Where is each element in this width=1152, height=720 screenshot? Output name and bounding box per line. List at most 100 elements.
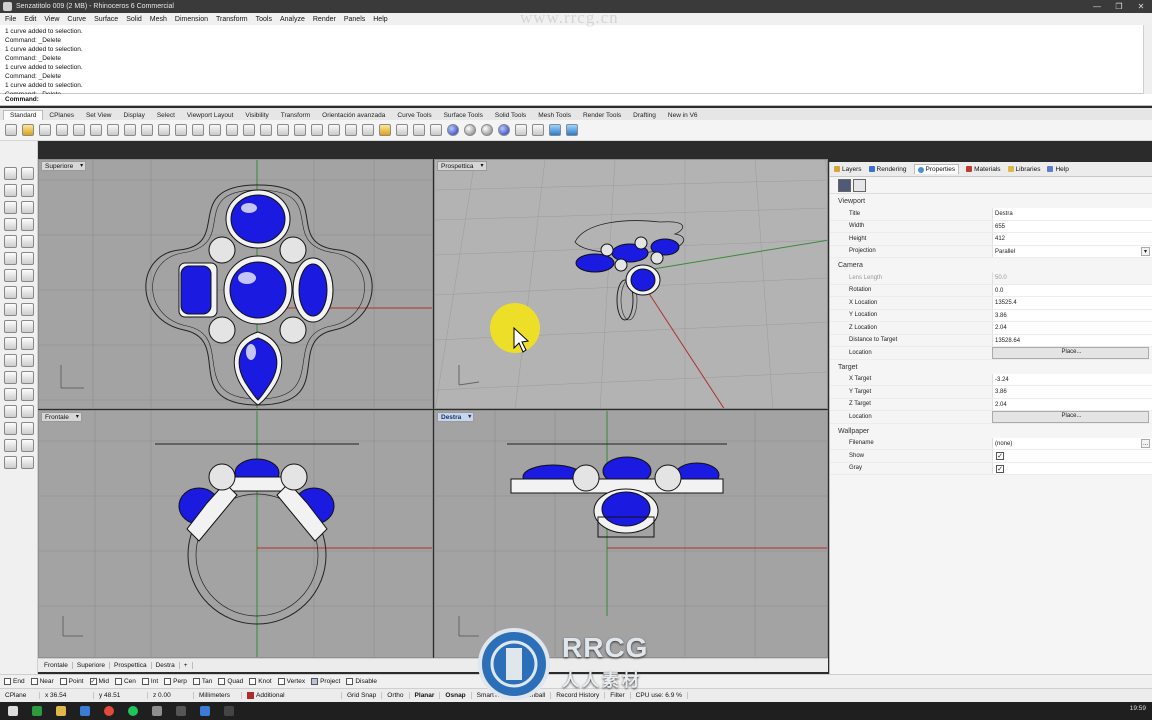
boolean-tool-icon[interactable] (4, 286, 17, 299)
title-field[interactable]: Destra (992, 208, 1152, 220)
trim-tool-icon[interactable] (21, 337, 34, 350)
menu-tools[interactable]: Tools (256, 16, 272, 23)
grid-icon[interactable] (311, 124, 323, 136)
rotate-view-icon[interactable] (192, 124, 204, 136)
explode-tool-icon[interactable] (4, 371, 17, 384)
color-icon[interactable] (413, 124, 425, 136)
command-history-scrollbar[interactable] (1143, 25, 1152, 94)
lights-icon[interactable] (362, 124, 374, 136)
rhino-taskbar-icon[interactable] (152, 706, 162, 716)
chevron-down-icon[interactable]: ▾ (1141, 246, 1150, 256)
text-tool-icon[interactable] (21, 235, 34, 248)
print-icon[interactable] (56, 124, 68, 136)
ellipse-tool-icon[interactable] (4, 218, 17, 231)
menu-solid[interactable]: Solid (126, 16, 142, 23)
osnap-point[interactable]: Point (59, 678, 84, 685)
tab-orientacion-avanzada[interactable]: Orientación avanzada (316, 111, 391, 120)
rotate-tool-icon[interactable] (21, 303, 34, 316)
move-icon[interactable] (175, 124, 187, 136)
width-field[interactable]: 655 (992, 220, 1152, 232)
extrude-tool-icon[interactable] (21, 252, 34, 265)
x-location-field[interactable]: 13525.4 (992, 297, 1152, 309)
osnap-tan[interactable]: Tan (192, 678, 212, 685)
check-tool-icon[interactable] (21, 422, 34, 435)
tab-curve-tools[interactable]: Curve Tools (391, 111, 437, 120)
zoom-extents-icon[interactable] (243, 124, 255, 136)
zoom-window-icon[interactable] (209, 124, 221, 136)
move-tool-icon[interactable] (4, 303, 17, 316)
point-checkbox[interactable] (59, 678, 67, 685)
open-file-icon[interactable] (22, 124, 34, 136)
osnap-quad[interactable]: Quad (218, 678, 243, 685)
tab-visibility[interactable]: Visibility (239, 111, 274, 120)
menu-file[interactable]: File (5, 16, 16, 23)
split-tool-icon[interactable] (4, 354, 17, 367)
layer-status[interactable]: Additional (242, 691, 342, 700)
show-checkbox[interactable]: ✓ (996, 452, 1004, 460)
planar-toggle[interactable]: Planar (410, 692, 441, 699)
folder-icon[interactable] (56, 706, 66, 716)
filter-icon[interactable] (515, 124, 527, 136)
lock-icon[interactable] (396, 124, 408, 136)
tab-surface-tools[interactable]: Surface Tools (438, 111, 489, 120)
add-viewport-tab-button[interactable]: + (180, 662, 193, 669)
cut-icon[interactable] (90, 124, 102, 136)
tab-new-in-v6[interactable]: New in V6 (662, 111, 704, 120)
object-icon[interactable] (853, 178, 866, 192)
mid-checkbox[interactable]: ✓ (89, 678, 97, 685)
grid-tool-icon[interactable] (4, 422, 17, 435)
quad-checkbox[interactable] (218, 678, 226, 685)
camera-place-button[interactable]: Place... (992, 347, 1149, 359)
tab-transform[interactable]: Transform (275, 111, 316, 120)
surface-tool-icon[interactable] (4, 252, 17, 265)
osnap-perp[interactable]: Perp (164, 678, 187, 685)
target-place-button[interactable]: Place... (992, 411, 1149, 423)
browser-icon[interactable] (80, 706, 90, 716)
tab-mesh-tools[interactable]: Mesh Tools (532, 111, 577, 120)
menu-curve[interactable]: Curve (67, 16, 86, 23)
camera-icon[interactable] (838, 178, 851, 192)
osnap-mid[interactable]: ✓ Mid (89, 678, 109, 685)
pan-icon[interactable] (158, 124, 170, 136)
browse-button[interactable]: ... (1141, 438, 1150, 448)
close-button[interactable]: ✕ (1130, 0, 1152, 13)
x-target-field[interactable]: -3.24 (992, 373, 1152, 385)
car-icon[interactable] (328, 124, 340, 136)
four-viewports-icon[interactable] (294, 124, 306, 136)
offset-tool-icon[interactable] (4, 388, 17, 401)
tab-set-view[interactable]: Set View (80, 111, 118, 120)
menu-dimension[interactable]: Dimension (175, 16, 208, 23)
lightbulb-icon[interactable] (379, 124, 391, 136)
help-icon[interactable] (566, 124, 578, 136)
panel-tab-help[interactable]: Help (1047, 166, 1069, 173)
projection-select[interactable]: Parallel ▾ (992, 245, 1152, 257)
menu-render[interactable]: Render (313, 16, 336, 23)
menu-panels[interactable]: Panels (344, 16, 365, 23)
viewport-front[interactable]: Frontale (38, 410, 433, 658)
menu-edit[interactable]: Edit (24, 16, 36, 23)
osnap-vertex[interactable]: Vertex (277, 678, 305, 685)
zoom-dynamic-icon[interactable] (226, 124, 238, 136)
menu-analyze[interactable]: Analyze (280, 16, 305, 23)
units-status[interactable]: Millimeters (194, 692, 242, 699)
shaded-sphere-icon[interactable] (464, 124, 476, 136)
save-icon[interactable] (39, 124, 51, 136)
render-icon[interactable] (498, 124, 510, 136)
layout-tool-icon[interactable] (4, 405, 17, 418)
minimize-button[interactable]: — (1086, 0, 1108, 13)
z-target-field[interactable]: 2.04 (992, 398, 1152, 410)
polyline-tool-icon[interactable] (4, 184, 17, 197)
copy-icon[interactable] (107, 124, 119, 136)
viewport-tab-frontale[interactable]: Frontale (40, 662, 73, 669)
curve-tool-icon[interactable] (21, 184, 34, 197)
join-tool-icon[interactable] (21, 354, 34, 367)
import-icon[interactable] (73, 124, 85, 136)
panel-tab-libraries[interactable]: Libraries (1007, 166, 1040, 173)
distance-to-target-field[interactable]: 13528.64 (992, 334, 1152, 346)
new-file-icon[interactable] (5, 124, 17, 136)
osnap-toggle[interactable]: Osnap (440, 692, 472, 699)
mesh-tool-icon[interactable] (21, 286, 34, 299)
render-tool-icon[interactable] (21, 456, 34, 469)
dimension-tool-icon[interactable] (21, 388, 34, 401)
rectangle-tool-icon[interactable] (21, 218, 34, 231)
